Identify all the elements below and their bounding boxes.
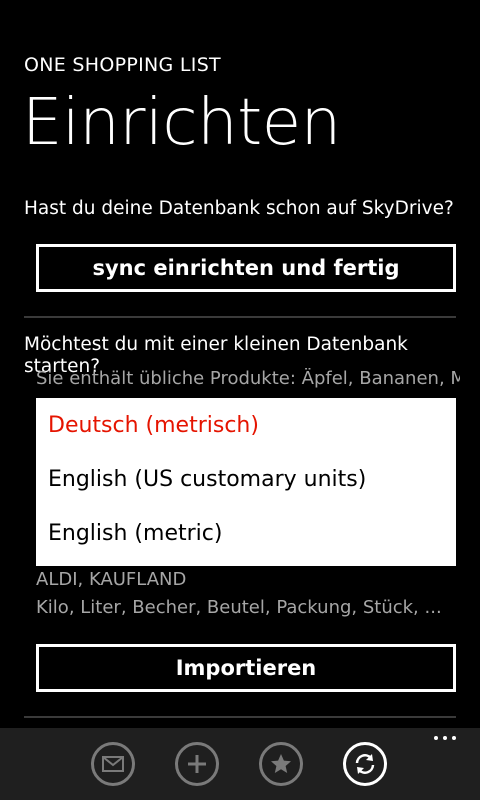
section-divider: [24, 716, 456, 718]
app-bar: [0, 728, 480, 800]
add-button[interactable]: [175, 742, 219, 786]
app-title: ONE SHOPPING LIST: [24, 54, 221, 76]
database-units: Kilo, Liter, Becher, Beutel, Packung, St…: [36, 597, 442, 618]
sync-button[interactable]: [343, 742, 387, 786]
page-title: Einrichten: [22, 86, 341, 160]
mail-icon: [102, 756, 124, 772]
database-stores: ALDI, KAUFLAND: [36, 569, 187, 590]
add-icon: [188, 755, 206, 773]
import-button[interactable]: Importieren: [36, 644, 456, 692]
database-option-english-metric[interactable]: English (metric): [36, 506, 456, 560]
more-icon[interactable]: [434, 736, 456, 740]
database-description: Sie enthält übliche Produkte: Äpfel, Ban…: [36, 368, 460, 389]
favorite-button[interactable]: [259, 742, 303, 786]
sync-question: Hast du deine Datenbank schon auf SkyDri…: [24, 198, 454, 219]
mail-button[interactable]: [91, 742, 135, 786]
section-divider: [24, 316, 456, 318]
database-option-english-us[interactable]: English (US customary units): [36, 452, 456, 506]
star-icon: [271, 754, 291, 773]
database-list[interactable]: Deutsch (metrisch) English (US customary…: [36, 398, 456, 566]
sync-setup-button[interactable]: sync einrichten und fertig: [36, 244, 456, 292]
sync-icon: [355, 754, 375, 774]
database-option-deutsch-metric[interactable]: Deutsch (metrisch): [36, 398, 456, 452]
